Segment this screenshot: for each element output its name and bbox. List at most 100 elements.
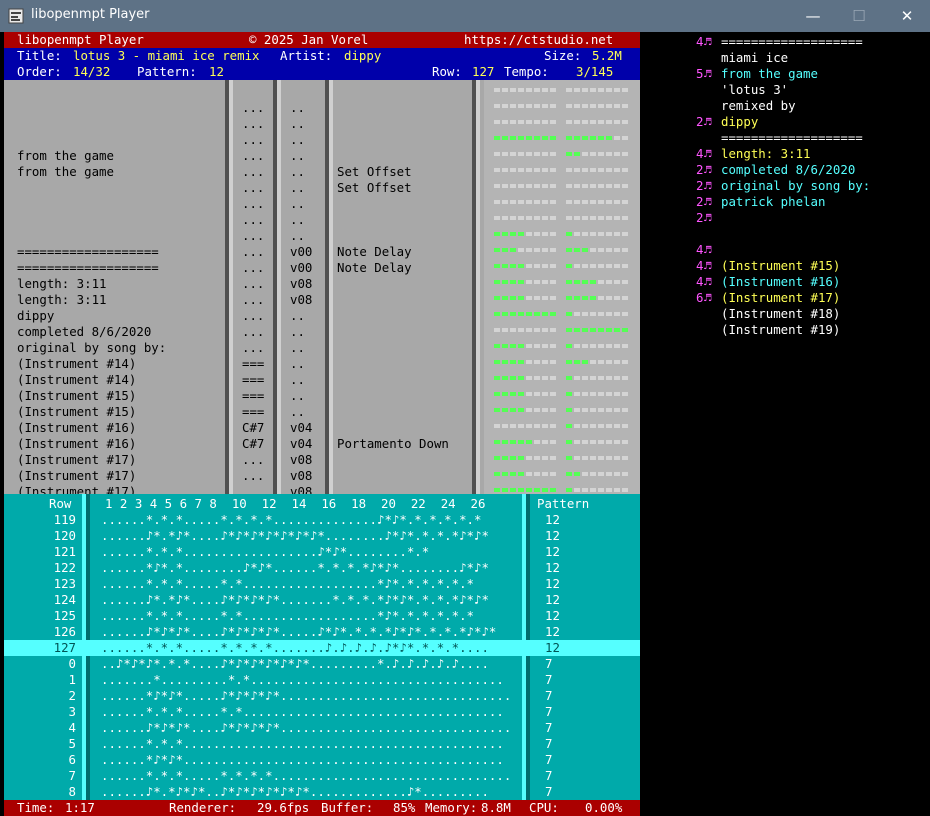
- website-link[interactable]: https://ctstudio.net: [464, 32, 613, 48]
- maximize-button[interactable]: ☐: [836, 0, 882, 32]
- side-panel-item: 2 ♬ patrick phelan: [644, 194, 930, 210]
- vu-meter-bar: [566, 408, 630, 412]
- vu-segment: [494, 360, 500, 364]
- pattern-row-number: 6: [68, 752, 76, 767]
- channel-note: ...: [242, 212, 265, 227]
- side-panel-item: 4 ♬ ===================: [644, 34, 930, 50]
- vu-segment: [566, 488, 572, 492]
- channel-sample-name: (Instrument #16): [17, 420, 137, 435]
- vu-segment: [550, 168, 556, 172]
- channel-volume: v08: [290, 468, 313, 483]
- vu-segment: [542, 472, 548, 476]
- instrument-count: 4: [696, 274, 704, 289]
- time-value: 1:17: [65, 800, 95, 815]
- vu-segment: [590, 184, 596, 188]
- vu-segment: [566, 232, 572, 236]
- vu-segment: [598, 296, 604, 300]
- vu-segment: [534, 104, 540, 108]
- vu-segment: [622, 328, 628, 332]
- vu-segment: [622, 152, 628, 156]
- side-panel-item: 2 ♬ dippy: [644, 114, 930, 130]
- pattern-row-pattern: 7: [545, 768, 553, 783]
- vu-segment: [590, 152, 596, 156]
- vu-segment: [534, 264, 540, 268]
- vu-segment: [526, 216, 532, 220]
- vu-segment: [574, 296, 580, 300]
- vu-segment: [606, 120, 612, 124]
- vu-segment: [526, 408, 532, 412]
- vu-segment: [614, 232, 620, 236]
- pattern-row-number: 5: [68, 736, 76, 751]
- vu-meter-bar: [566, 152, 630, 156]
- vu-segment: [566, 136, 572, 140]
- vu-segment: [590, 232, 596, 236]
- vu-meter-bar: [566, 456, 630, 460]
- channel-note: ...: [242, 244, 265, 259]
- vu-meter-bar: [566, 328, 630, 332]
- vu-segment: [566, 312, 572, 316]
- vu-segment: [622, 136, 628, 140]
- vu-segment: [598, 456, 604, 460]
- vu-segment: [534, 232, 540, 236]
- vu-segment: [566, 216, 572, 220]
- vu-segment: [542, 120, 548, 124]
- vu-segment: [494, 328, 500, 332]
- vu-segment: [534, 152, 540, 156]
- vu-segment: [614, 440, 620, 444]
- vu-segment: [598, 168, 604, 172]
- minimize-button[interactable]: —: [790, 0, 836, 32]
- vu-segment: [494, 456, 500, 460]
- vu-segment: [534, 312, 540, 316]
- side-panel-item: miami ice: [644, 50, 930, 66]
- vu-segment: [566, 296, 572, 300]
- channel-note: ...: [242, 164, 265, 179]
- vu-segment: [598, 312, 604, 316]
- title-value: lotus 3 - miami ice remix: [73, 48, 260, 63]
- vu-segment: [590, 200, 596, 204]
- channel-volume: v08: [290, 276, 313, 291]
- pattern-row-number: 122: [53, 560, 76, 575]
- vu-segment: [606, 136, 612, 140]
- vu-segment: [574, 200, 580, 204]
- vu-segment: [526, 120, 532, 124]
- vu-segment: [606, 232, 612, 236]
- channel-note: ...: [242, 324, 265, 339]
- channel-volume: ..: [290, 340, 305, 355]
- vu-segment: [582, 296, 588, 300]
- vu-segment: [566, 344, 572, 348]
- vu-meter-bar: [566, 376, 630, 380]
- channel-sample-name: (Instrument #17): [17, 468, 137, 483]
- vu-segment: [542, 440, 548, 444]
- channel-volume: ..: [290, 148, 305, 163]
- pattern-row-number: 7: [68, 768, 76, 783]
- vu-segment: [542, 360, 548, 364]
- vu-segment: [502, 200, 508, 204]
- vu-segment: [542, 296, 548, 300]
- pattern-row-cells: ......♪*.*♪*....♪*♪*♪*♪*.......*.*.*.*♪*…: [101, 592, 489, 607]
- channel-note: ===: [242, 372, 265, 387]
- instrument-count: 4: [696, 146, 704, 161]
- pattern-label: Pattern:: [137, 64, 197, 79]
- vu-segment: [614, 408, 620, 412]
- vu-segment: [518, 88, 524, 92]
- vu-segment: [534, 408, 540, 412]
- order-value: 14/32: [73, 64, 111, 79]
- close-button[interactable]: ✕: [884, 0, 930, 32]
- vu-segment: [614, 184, 620, 188]
- channel-sample-name: length: 3:11: [17, 292, 107, 307]
- pattern-row-cells: ......*.*.*.....*.*.*.*..............♪*♪…: [101, 512, 482, 527]
- pattern-row-number: 119: [53, 512, 76, 527]
- vu-segment: [622, 248, 628, 252]
- vu-segment: [606, 440, 612, 444]
- pattern-row-number: 0: [68, 656, 76, 671]
- vu-segment: [534, 392, 540, 396]
- vu-segment: [574, 440, 580, 444]
- vu-segment: [606, 184, 612, 188]
- vu-segment: [550, 120, 556, 124]
- memory-value: 8.8M: [481, 800, 511, 815]
- vu-meter-bar: [566, 264, 630, 268]
- instrument-count: 4: [696, 258, 704, 273]
- instrument-count: 2: [696, 194, 704, 209]
- vu-segment: [614, 424, 620, 428]
- channel-volume: ..: [290, 180, 305, 195]
